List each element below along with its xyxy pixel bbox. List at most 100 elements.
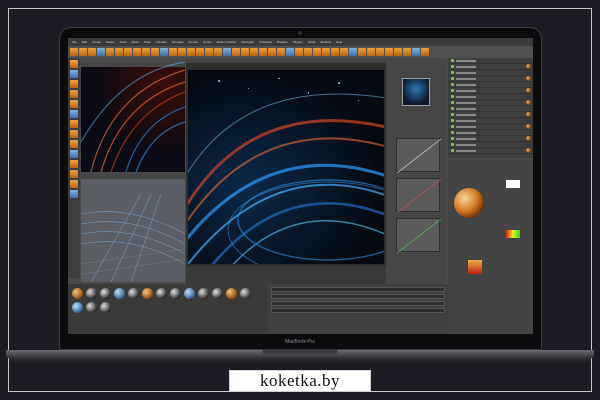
coord-field[interactable] <box>271 294 445 299</box>
left-tool-button[interactable] <box>70 160 78 168</box>
toolbar-button[interactable] <box>385 48 393 56</box>
material-ball-icon[interactable] <box>142 288 153 299</box>
toolbar-button[interactable] <box>178 48 186 56</box>
material-ball-icon[interactable] <box>240 288 251 299</box>
left-tool-button[interactable] <box>70 120 78 128</box>
material-ball-icon[interactable] <box>86 302 97 313</box>
toolbar-button[interactable] <box>151 48 159 56</box>
left-tool-button[interactable] <box>70 60 78 68</box>
menu-item[interactable]: File <box>72 40 77 44</box>
left-tool-button[interactable] <box>70 80 78 88</box>
menu-item[interactable]: Render <box>188 40 198 44</box>
color-swatch[interactable] <box>506 180 520 188</box>
menu-item[interactable]: Pipeline <box>277 40 288 44</box>
material-ball-icon[interactable] <box>170 288 181 299</box>
material-ball-icon[interactable] <box>226 288 237 299</box>
left-tool-button[interactable] <box>70 190 78 198</box>
material-ball-icon[interactable] <box>128 288 139 299</box>
object-row[interactable] <box>448 148 533 154</box>
left-tool-button[interactable] <box>70 110 78 118</box>
viewport-perspective[interactable] <box>81 62 185 172</box>
menu-item[interactable]: Create <box>92 40 101 44</box>
menu-item[interactable]: Mesh <box>131 40 138 44</box>
toolbar-button[interactable] <box>403 48 411 56</box>
material-ball-icon[interactable] <box>156 288 167 299</box>
navigator-thumbnail[interactable] <box>402 78 430 106</box>
menu-item[interactable]: Edit <box>82 40 87 44</box>
menu-item[interactable]: MoGraph <box>241 40 254 44</box>
toolbar-button[interactable] <box>106 48 114 56</box>
toolbar-button[interactable] <box>97 48 105 56</box>
toolbar-button[interactable] <box>394 48 402 56</box>
menu-item[interactable]: Plugins <box>293 40 303 44</box>
toolbar-button[interactable] <box>313 48 321 56</box>
toolbar-button[interactable] <box>232 48 240 56</box>
toolbar-button[interactable] <box>160 48 168 56</box>
menu-item[interactable]: Character <box>259 40 272 44</box>
left-tool-button[interactable] <box>70 100 78 108</box>
toolbar-button[interactable] <box>169 48 177 56</box>
toolbar-button[interactable] <box>196 48 204 56</box>
color-gradient[interactable] <box>506 230 520 238</box>
toolbar-button[interactable] <box>70 48 78 56</box>
texture-swatch[interactable] <box>468 260 482 274</box>
toolbar-button[interactable] <box>286 48 294 56</box>
toolbar-button[interactable] <box>367 48 375 56</box>
toolbar-button[interactable] <box>115 48 123 56</box>
coord-field[interactable] <box>271 308 445 313</box>
menu-item[interactable]: Script <box>308 40 316 44</box>
material-ball-icon[interactable] <box>72 302 83 313</box>
toolbar-button[interactable] <box>223 48 231 56</box>
toolbar-button[interactable] <box>133 48 141 56</box>
toolbar-button[interactable] <box>295 48 303 56</box>
left-tool-button[interactable] <box>70 150 78 158</box>
toolbar-button[interactable] <box>250 48 258 56</box>
curve-graph[interactable] <box>396 218 442 254</box>
left-tool-button[interactable] <box>70 70 78 78</box>
toolbar-button[interactable] <box>349 48 357 56</box>
left-tool-button[interactable] <box>70 90 78 98</box>
menu-item[interactable]: Select <box>106 40 114 44</box>
left-tool-button[interactable] <box>70 130 78 138</box>
menu-item[interactable]: Help <box>336 40 342 44</box>
left-tool-button[interactable] <box>70 170 78 178</box>
toolbar-button[interactable] <box>79 48 87 56</box>
toolbar-button[interactable] <box>259 48 267 56</box>
curve-graph[interactable] <box>396 178 442 214</box>
toolbar-button[interactable] <box>322 48 330 56</box>
toolbar-button[interactable] <box>304 48 312 56</box>
menu-item[interactable]: Snap <box>144 40 151 44</box>
toolbar-button[interactable] <box>412 48 420 56</box>
toolbar-button[interactable] <box>205 48 213 56</box>
toolbar-button[interactable] <box>88 48 96 56</box>
menu-item[interactable]: Tools <box>119 40 126 44</box>
toolbar-button[interactable] <box>268 48 276 56</box>
material-ball-icon[interactable] <box>100 302 111 313</box>
material-ball-icon[interactable] <box>184 288 195 299</box>
toolbar-button[interactable] <box>124 48 132 56</box>
material-ball-icon[interactable] <box>212 288 223 299</box>
toolbar-button[interactable] <box>340 48 348 56</box>
coord-field[interactable] <box>271 301 445 306</box>
menu-item[interactable]: Window <box>320 40 331 44</box>
toolbar-button[interactable] <box>421 48 429 56</box>
viewport-top[interactable] <box>81 174 185 282</box>
toolbar-button[interactable] <box>331 48 339 56</box>
material-ball-icon[interactable] <box>86 288 97 299</box>
toolbar-button[interactable] <box>187 48 195 56</box>
left-tool-button[interactable] <box>70 140 78 148</box>
coord-field[interactable] <box>271 287 445 292</box>
material-ball-icon[interactable] <box>198 288 209 299</box>
material-ball-icon[interactable] <box>72 288 83 299</box>
toolbar-button[interactable] <box>142 48 150 56</box>
menu-item[interactable]: Motion Tracker <box>217 40 237 44</box>
curve-graph[interactable] <box>396 138 442 174</box>
material-ball-icon[interactable] <box>100 288 111 299</box>
material-ball-icon[interactable] <box>114 288 125 299</box>
toolbar-button[interactable] <box>277 48 285 56</box>
toolbar-button[interactable] <box>376 48 384 56</box>
toolbar-button[interactable] <box>358 48 366 56</box>
picture-viewer[interactable] <box>186 58 386 284</box>
menu-item[interactable]: Sculpt <box>203 40 211 44</box>
toolbar-button[interactable] <box>241 48 249 56</box>
